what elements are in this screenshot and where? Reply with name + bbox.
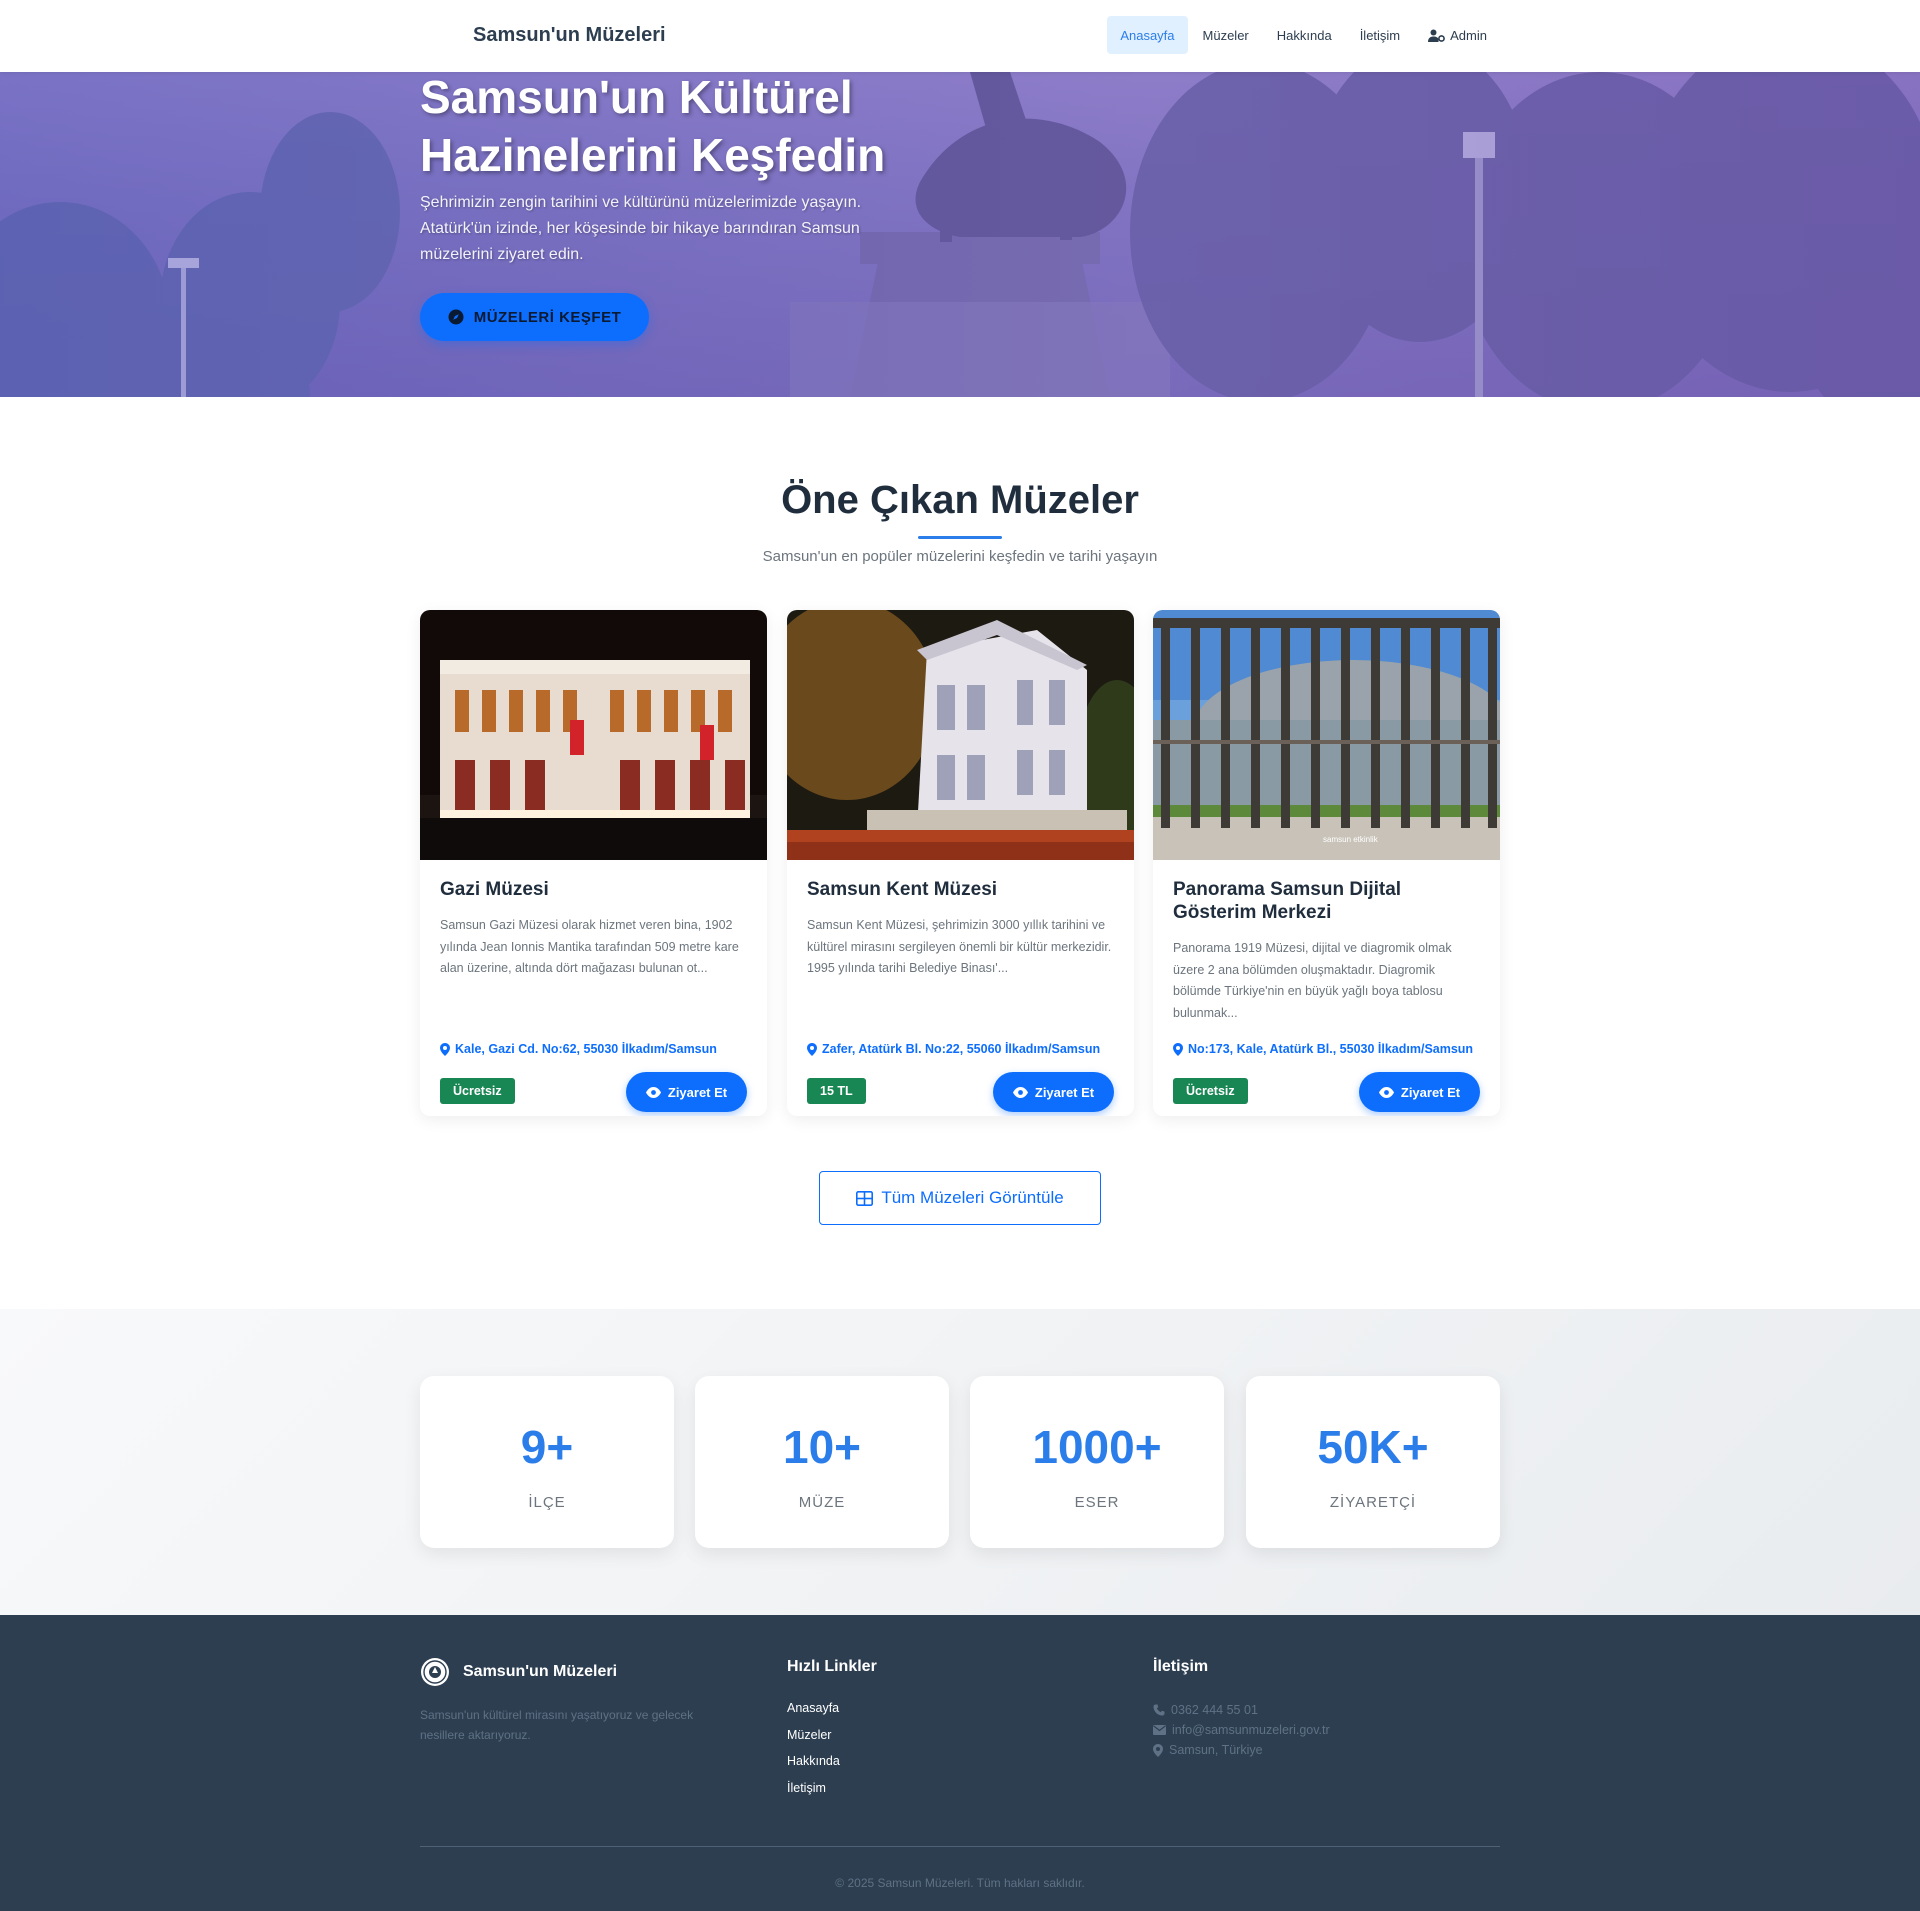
nav-item-admin[interactable]: Admin bbox=[1415, 16, 1500, 54]
stats-section: 9+ İLÇE 10+ MÜZE 1000+ ESER 50K+ ZİYARET… bbox=[0, 1309, 1920, 1615]
featured-subtitle: Samsun'un en popüler müzelerini keşfedin… bbox=[762, 548, 1158, 565]
footer-divider bbox=[420, 1846, 1500, 1847]
hero-description: Şehrimizin zengin tarihini ve kültürünü … bbox=[420, 194, 862, 263]
stat-number: 9+ bbox=[520, 1421, 574, 1473]
museum-address-text: Kale, Gazi Cd. No:62, 55030 İlkadım/Sams… bbox=[455, 1042, 717, 1056]
map-pin-icon bbox=[440, 1042, 450, 1056]
museum-address: No:173, Kale, Atatürk Bl., 55030 İlkadım… bbox=[1173, 1042, 1493, 1056]
museum-address: Kale, Gazi Cd. No:62, 55030 İlkadım/Sams… bbox=[440, 1042, 760, 1056]
stat-label: MÜZE bbox=[798, 1494, 846, 1511]
price-badge: Ücretsiz bbox=[1173, 1078, 1248, 1104]
footer: Samsun'un Müzeleri Samsun'un kültürel mi… bbox=[0, 1615, 1920, 1911]
view-all-label: Tüm Müzeleri Görüntüle bbox=[881, 1188, 1064, 1207]
visit-button[interactable]: Ziyaret Et bbox=[1359, 1072, 1480, 1112]
footer-links-title: Hızlı Linkler bbox=[787, 1658, 877, 1675]
footer-brand: Samsun'un Müzeleri bbox=[463, 1663, 618, 1680]
admin-label: Admin bbox=[1450, 27, 1487, 43]
map-pin-icon bbox=[1173, 1042, 1183, 1056]
footer-location: Samsun, Türkiye bbox=[1153, 1740, 1330, 1760]
museum-image-kent[interactable] bbox=[787, 610, 1134, 860]
price-badge: Ücretsiz bbox=[440, 1078, 515, 1104]
footer-contact-title: İletişim bbox=[1153, 1658, 1209, 1675]
museum-description: Samsun Gazi Müzesi olarak hizmet veren b… bbox=[440, 918, 739, 975]
envelope-icon bbox=[1153, 1725, 1166, 1735]
explore-museums-label: MÜZELERİ KEŞFET bbox=[473, 308, 622, 326]
navbar: Samsun'un Müzeleri Anasayfa Müzeler Hakk… bbox=[0, 0, 1920, 72]
visit-button[interactable]: Ziyaret Et bbox=[993, 1072, 1114, 1112]
museum-name: Samsun Kent Müzesi bbox=[807, 879, 998, 900]
samsun-logo-icon bbox=[421, 1658, 449, 1686]
hero-title: Samsun'un Kültürel Hazinelerini Keşfedin bbox=[420, 72, 886, 181]
compass-icon bbox=[448, 309, 464, 325]
hero-section: Samsun'un Kültürel Hazinelerini Keşfedin… bbox=[0, 72, 1920, 397]
view-all-museums-button[interactable]: Tüm Müzeleri Görüntüle bbox=[819, 1171, 1101, 1225]
museum-image-gazi[interactable] bbox=[420, 610, 767, 860]
museum-card-panorama: samsun etkinlik Panorama Samsun Dijital … bbox=[1153, 610, 1500, 1116]
footer-copyright: © 2025 Samsun Müzeleri. Tüm hakları sakl… bbox=[835, 1876, 1085, 1890]
museum-description: Samsun Kent Müzesi, şehrimizin 3000 yıll… bbox=[807, 918, 1112, 975]
stat-card-ilce: 9+ İLÇE bbox=[420, 1376, 674, 1548]
eye-icon bbox=[645, 1086, 661, 1098]
museum-card-gazi: Gazi Müzesi Samsun Gazi Müzesi olarak hi… bbox=[420, 610, 767, 1116]
footer-location-text: Samsun, Türkiye bbox=[1169, 1743, 1263, 1757]
nav-item-iletisim[interactable]: İletişim bbox=[1347, 16, 1413, 54]
stat-card-muze: 10+ MÜZE bbox=[695, 1376, 949, 1548]
site-brand[interactable]: Samsun'un Müzeleri bbox=[473, 24, 666, 47]
footer-phone: 0362 444 55 01 bbox=[1153, 1700, 1330, 1720]
stat-card-eser: 1000+ ESER bbox=[970, 1376, 1224, 1548]
footer-link-anasayfa[interactable]: Anasayfa bbox=[787, 1700, 840, 1727]
museum-address-text: No:173, Kale, Atatürk Bl., 55030 İlkadım… bbox=[1188, 1042, 1474, 1056]
museum-address-text: Zafer, Atatürk Bl. No:22, 55060 İlkadım/… bbox=[822, 1042, 1101, 1056]
museum-description: Panorama 1919 Müzesi, dijital ve diagrom… bbox=[1173, 941, 1452, 1020]
featured-title: Öne Çıkan Müzeler bbox=[781, 478, 1139, 522]
map-pin-icon bbox=[1153, 1743, 1163, 1757]
stat-label: ZİYARETÇİ bbox=[1329, 1494, 1417, 1511]
museum-name: Gazi Müzesi bbox=[440, 879, 549, 900]
explore-museums-button[interactable]: MÜZELERİ KEŞFET bbox=[420, 293, 649, 341]
title-underline bbox=[918, 536, 1002, 539]
footer-email[interactable]: info@samsunmuzeleri.gov.tr bbox=[1153, 1720, 1330, 1740]
map-pin-icon bbox=[807, 1042, 817, 1056]
visit-button[interactable]: Ziyaret Et bbox=[626, 1072, 747, 1112]
eye-icon bbox=[1012, 1086, 1028, 1098]
museum-name: Panorama Samsun Dijital Gösterim Merkezi bbox=[1173, 879, 1402, 923]
grid-icon bbox=[856, 1190, 874, 1206]
stat-label: ESER bbox=[1074, 1494, 1120, 1511]
museum-address: Zafer, Atatürk Bl. No:22, 55060 İlkadım/… bbox=[807, 1042, 1127, 1056]
visit-label: Ziyaret Et bbox=[1400, 1084, 1461, 1100]
footer-links: Anasayfa Müzeler Hakkında İletişim bbox=[787, 1700, 840, 1807]
visit-label: Ziyaret Et bbox=[667, 1084, 728, 1100]
museum-image-panorama[interactable]: samsun etkinlik bbox=[1153, 610, 1500, 860]
main-nav: Anasayfa Müzeler Hakkında İletişim Admin bbox=[1107, 16, 1500, 54]
footer-description: Samsun'un kültürel mirasını yaşatıyoruz … bbox=[420, 1708, 694, 1742]
nav-item-anasayfa[interactable]: Anasayfa bbox=[1107, 16, 1188, 54]
stat-number: 10+ bbox=[782, 1421, 862, 1473]
footer-link-iletisim[interactable]: İletişim bbox=[787, 1780, 840, 1807]
price-badge: 15 TL bbox=[807, 1078, 866, 1104]
stat-number: 50K+ bbox=[1317, 1421, 1429, 1473]
footer-phone-text: 0362 444 55 01 bbox=[1171, 1703, 1258, 1717]
museum-card-kent: Samsun Kent Müzesi Samsun Kent Müzesi, ş… bbox=[787, 610, 1134, 1116]
stat-card-ziyaretci: 50K+ ZİYARETÇİ bbox=[1246, 1376, 1500, 1548]
image-watermark: samsun etkinlik bbox=[1323, 835, 1379, 844]
footer-link-hakkinda[interactable]: Hakkında bbox=[787, 1753, 840, 1780]
phone-icon bbox=[1153, 1704, 1165, 1716]
footer-contact: 0362 444 55 01 info@samsunmuzeleri.gov.t… bbox=[1153, 1700, 1330, 1760]
stat-label: İLÇE bbox=[528, 1494, 566, 1511]
nav-item-hakkinda[interactable]: Hakkında bbox=[1264, 16, 1345, 54]
footer-link-muzeler[interactable]: Müzeler bbox=[787, 1727, 840, 1754]
visit-label: Ziyaret Et bbox=[1034, 1084, 1095, 1100]
user-gear-icon bbox=[1428, 29, 1446, 42]
stat-number: 1000+ bbox=[1032, 1421, 1162, 1473]
eye-icon bbox=[1378, 1086, 1394, 1098]
footer-email-text: info@samsunmuzeleri.gov.tr bbox=[1172, 1723, 1330, 1737]
nav-item-muzeler[interactable]: Müzeler bbox=[1190, 16, 1262, 54]
